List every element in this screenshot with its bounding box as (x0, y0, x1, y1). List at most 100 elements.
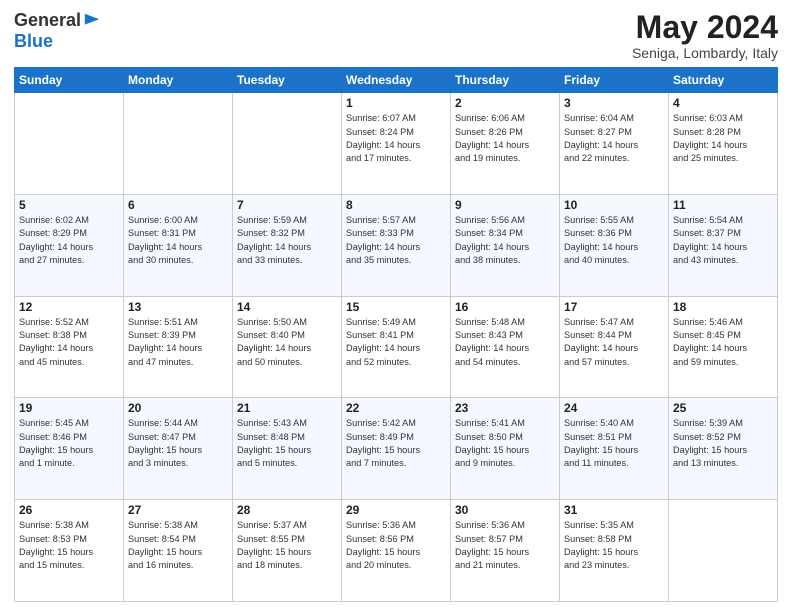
day-info: Sunrise: 5:56 AMSunset: 8:34 PMDaylight:… (455, 214, 555, 267)
calendar-empty-cell (233, 93, 342, 195)
calendar-day-22: 22 Sunrise: 5:42 AMSunset: 8:49 PMDayligh… (342, 398, 451, 500)
calendar-day-10: 10Sunrise: 5:55 AMSunset: 8:36 PMDayligh… (560, 194, 669, 296)
calendar-day-29: 29Sunrise: 5:36 AMSunset: 8:56 PMDayligh… (342, 500, 451, 602)
day-info: Sunrise: 5:57 AMSunset: 8:33 PMDaylight:… (346, 214, 446, 267)
day-info: Sunrise: 5:55 AMSunset: 8:36 PMDaylight:… (564, 214, 664, 267)
logo: General Blue (14, 10, 101, 52)
day-info: Sunrise: 5:52 AMSunset: 8:38 PMDaylight:… (19, 316, 119, 369)
day-info: Sunrise: 5:38 AMSunset: 8:54 PMDaylight:… (128, 519, 228, 572)
month-title: May 2024 (632, 10, 778, 45)
day-number: 30 (455, 503, 555, 517)
col-header-wednesday: Wednesday (342, 68, 451, 93)
day-info: Sunrise: 6:00 AMSunset: 8:31 PMDaylight:… (128, 214, 228, 267)
header: General Blue May 2024 Seniga, Lombardy, … (14, 10, 778, 61)
calendar-day-20: 20 Sunrise: 5:44 AMSunset: 8:47 PMDayligh… (124, 398, 233, 500)
col-header-monday: Monday (124, 68, 233, 93)
calendar-week-row: 19Sunrise: 5:45 AMSunset: 8:46 PMDayligh… (15, 398, 778, 500)
page: General Blue May 2024 Seniga, Lombardy, … (0, 0, 792, 612)
day-info: Sunrise: 5:36 AMSunset: 8:57 PMDaylight:… (455, 519, 555, 572)
day-info: Sunrise: 5:48 AMSunset: 8:43 PMDaylight:… (455, 316, 555, 369)
day-info: Sunrise: 5:42 AMSunset: 8:49 PMDaylight:… (346, 417, 446, 470)
calendar-week-row: 5 Sunrise: 6:02 AMSunset: 8:29 PMDaylight… (15, 194, 778, 296)
calendar-day-9: 9 Sunrise: 5:56 AMSunset: 8:34 PMDaylight… (451, 194, 560, 296)
day-info: Sunrise: 5:35 AMSunset: 8:58 PMDaylight:… (564, 519, 664, 572)
day-info: Sunrise: 6:02 AMSunset: 8:29 PMDaylight:… (19, 214, 119, 267)
calendar-empty-cell (669, 500, 778, 602)
calendar-week-row: 12 Sunrise: 5:52 AMSunset: 8:38 PMDayligh… (15, 296, 778, 398)
calendar-day-28: 28 Sunrise: 5:37 AMSunset: 8:55 PMDayligh… (233, 500, 342, 602)
day-number: 20 (128, 401, 228, 415)
calendar-day-21: 21Sunrise: 5:43 AMSunset: 8:48 PMDayligh… (233, 398, 342, 500)
day-info: Sunrise: 6:07 AMSunset: 8:24 PMDaylight:… (346, 112, 446, 165)
day-number: 8 (346, 198, 446, 212)
day-info: Sunrise: 5:36 AMSunset: 8:56 PMDaylight:… (346, 519, 446, 572)
calendar-day-2: 2 Sunrise: 6:06 AMSunset: 8:26 PMDaylight… (451, 93, 560, 195)
calendar-day-6: 6 Sunrise: 6:00 AMSunset: 8:31 PMDaylight… (124, 194, 233, 296)
calendar-day-5: 5 Sunrise: 6:02 AMSunset: 8:29 PMDaylight… (15, 194, 124, 296)
day-number: 14 (237, 300, 337, 314)
calendar-day-30: 30 Sunrise: 5:36 AMSunset: 8:57 PMDayligh… (451, 500, 560, 602)
day-number: 16 (455, 300, 555, 314)
col-header-tuesday: Tuesday (233, 68, 342, 93)
calendar-day-25: 25Sunrise: 5:39 AMSunset: 8:52 PMDayligh… (669, 398, 778, 500)
day-info: Sunrise: 5:44 AMSunset: 8:47 PMDaylight:… (128, 417, 228, 470)
calendar-day-3: 3Sunrise: 6:04 AMSunset: 8:27 PMDaylight… (560, 93, 669, 195)
day-info: Sunrise: 5:40 AMSunset: 8:51 PMDaylight:… (564, 417, 664, 470)
col-header-saturday: Saturday (669, 68, 778, 93)
day-number: 6 (128, 198, 228, 212)
day-number: 12 (19, 300, 119, 314)
calendar-day-31: 31 Sunrise: 5:35 AMSunset: 8:58 PMDayligh… (560, 500, 669, 602)
location: Seniga, Lombardy, Italy (632, 45, 778, 61)
calendar-day-11: 11 Sunrise: 5:54 AMSunset: 8:37 PMDayligh… (669, 194, 778, 296)
calendar-day-18: 18 Sunrise: 5:46 AMSunset: 8:45 PMDayligh… (669, 296, 778, 398)
day-info: Sunrise: 5:59 AMSunset: 8:32 PMDaylight:… (237, 214, 337, 267)
day-number: 23 (455, 401, 555, 415)
calendar-day-14: 14Sunrise: 5:50 AMSunset: 8:40 PMDayligh… (233, 296, 342, 398)
day-number: 17 (564, 300, 664, 314)
day-number: 31 (564, 503, 664, 517)
day-number: 11 (673, 198, 773, 212)
calendar-day-23: 23Sunrise: 5:41 AMSunset: 8:50 PMDayligh… (451, 398, 560, 500)
calendar-day-19: 19Sunrise: 5:45 AMSunset: 8:46 PMDayligh… (15, 398, 124, 500)
day-number: 22 (346, 401, 446, 415)
day-number: 28 (237, 503, 337, 517)
calendar-day-13: 13Sunrise: 5:51 AMSunset: 8:39 PMDayligh… (124, 296, 233, 398)
day-info: Sunrise: 5:54 AMSunset: 8:37 PMDaylight:… (673, 214, 773, 267)
day-number: 5 (19, 198, 119, 212)
calendar-day-7: 7Sunrise: 5:59 AMSunset: 8:32 PMDaylight… (233, 194, 342, 296)
day-info: Sunrise: 5:39 AMSunset: 8:52 PMDaylight:… (673, 417, 773, 470)
calendar-week-row: 26Sunrise: 5:38 AMSunset: 8:53 PMDayligh… (15, 500, 778, 602)
day-number: 21 (237, 401, 337, 415)
day-info: Sunrise: 6:04 AMSunset: 8:27 PMDaylight:… (564, 112, 664, 165)
day-info: Sunrise: 5:38 AMSunset: 8:53 PMDaylight:… (19, 519, 119, 572)
calendar-day-17: 17 Sunrise: 5:47 AMSunset: 8:44 PMDayligh… (560, 296, 669, 398)
col-header-thursday: Thursday (451, 68, 560, 93)
day-number: 27 (128, 503, 228, 517)
day-number: 13 (128, 300, 228, 314)
day-number: 24 (564, 401, 664, 415)
calendar-empty-cell (15, 93, 124, 195)
logo-blue-text: Blue (14, 31, 53, 52)
day-number: 9 (455, 198, 555, 212)
day-info: Sunrise: 5:47 AMSunset: 8:44 PMDaylight:… (564, 316, 664, 369)
day-info: Sunrise: 6:03 AMSunset: 8:28 PMDaylight:… (673, 112, 773, 165)
day-info: Sunrise: 5:45 AMSunset: 8:46 PMDaylight:… (19, 417, 119, 470)
day-number: 18 (673, 300, 773, 314)
calendar-table: SundayMondayTuesdayWednesdayThursdayFrid… (14, 67, 778, 602)
day-number: 4 (673, 96, 773, 110)
day-number: 15 (346, 300, 446, 314)
title-block: May 2024 Seniga, Lombardy, Italy (632, 10, 778, 61)
day-info: Sunrise: 6:06 AMSunset: 8:26 PMDaylight:… (455, 112, 555, 165)
calendar-week-row: 1 Sunrise: 6:07 AMSunset: 8:24 PMDaylight… (15, 93, 778, 195)
calendar-empty-cell (124, 93, 233, 195)
day-number: 1 (346, 96, 446, 110)
calendar-day-27: 27 Sunrise: 5:38 AMSunset: 8:54 PMDayligh… (124, 500, 233, 602)
day-info: Sunrise: 5:37 AMSunset: 8:55 PMDaylight:… (237, 519, 337, 572)
day-info: Sunrise: 5:46 AMSunset: 8:45 PMDaylight:… (673, 316, 773, 369)
calendar-day-8: 8 Sunrise: 5:57 AMSunset: 8:33 PMDaylight… (342, 194, 451, 296)
calendar-day-26: 26Sunrise: 5:38 AMSunset: 8:53 PMDayligh… (15, 500, 124, 602)
calendar-day-24: 24 Sunrise: 5:40 AMSunset: 8:51 PMDayligh… (560, 398, 669, 500)
logo-flag-icon (83, 12, 101, 30)
calendar-day-4: 4 Sunrise: 6:03 AMSunset: 8:28 PMDaylight… (669, 93, 778, 195)
day-number: 2 (455, 96, 555, 110)
